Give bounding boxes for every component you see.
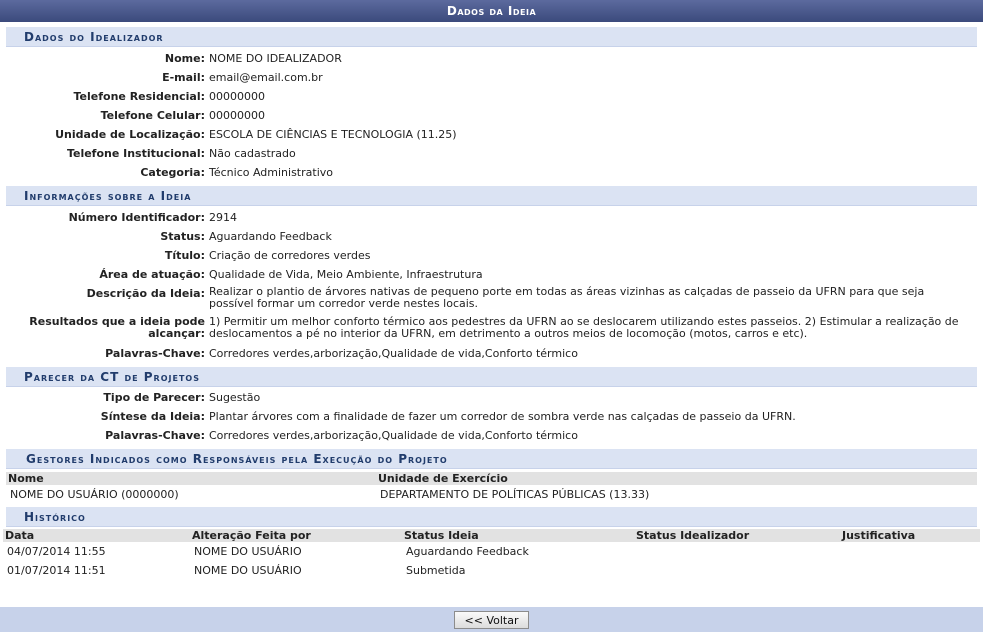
- field-label: Palavras-Chave:: [105, 347, 205, 360]
- field-nome: Nome: NOME DO IDEALIZADOR: [6, 49, 977, 68]
- field-label: Número Identificador:: [68, 211, 205, 224]
- gestores-table: Nome Unidade de Exercício NOME DO USUÁRI…: [6, 472, 977, 504]
- table-header-row: Nome Unidade de Exercício: [6, 472, 977, 485]
- field-value: Aguardando Feedback: [209, 230, 332, 243]
- field-tipo-parecer: Tipo de Parecer: Sugestão: [6, 388, 977, 407]
- field-value: 00000000: [209, 109, 265, 122]
- table-cell: NOME DO USUÁRIO: [194, 564, 302, 577]
- table-row: 01/07/2014 11:51 NOME DO USUÁRIO Submeti…: [3, 561, 980, 580]
- field-sintese: Síntese da Ideia: Plantar árvores com a …: [6, 407, 977, 426]
- field-label: E-mail:: [162, 71, 205, 84]
- field-value: 2914: [209, 211, 237, 224]
- field-palavras-chave: Palavras-Chave: Corredores verdes,arbori…: [6, 344, 977, 363]
- field-telefone-institucional: Telefone Institucional: Não cadastrado: [6, 144, 977, 163]
- idealizador-fields: Nome: NOME DO IDEALIZADOR E-mail: email@…: [0, 47, 983, 182]
- parecer-fields: Tipo de Parecer: Sugestão Síntese da Ide…: [0, 387, 983, 445]
- table-cell: [840, 542, 980, 561]
- field-categoria: Categoria: Técnico Administrativo: [6, 163, 977, 182]
- table-row: 04/07/2014 11:55 NOME DO USUÁRIO Aguarda…: [3, 542, 980, 561]
- field-status: Status: Aguardando Feedback: [6, 227, 977, 246]
- field-value: Realizar o plantio de árvores nativas de…: [209, 285, 925, 310]
- table-cell: [840, 561, 980, 580]
- page: Dados da Ideia Dados do Idealizador Nome…: [0, 0, 983, 632]
- field-area-atuacao: Área de atuação: Qualidade de Vida, Meio…: [6, 265, 977, 284]
- field-value: 1) Permitir um melhor conforto térmico a…: [209, 315, 959, 340]
- field-resultados: Resultados que a ideia pode alcançar: 1)…: [6, 314, 977, 344]
- table-row: NOME DO USUÁRIO (0000000) DEPARTAMENTO D…: [6, 485, 977, 504]
- column-header: Justificativa: [840, 529, 980, 542]
- field-label: Descrição da Ideia:: [86, 287, 205, 300]
- field-label: Status:: [160, 230, 205, 243]
- historico-table: Data Alteração Feita por Status Ideia St…: [3, 529, 980, 580]
- table-cell: DEPARTAMENTO DE POLÍTICAS PÚBLICAS (13.3…: [380, 488, 650, 501]
- section-title-gestores: Gestores Indicados como Responsáveis pel…: [6, 449, 977, 469]
- field-telefone-residencial: Telefone Residencial: 00000000: [6, 87, 977, 106]
- field-label: Telefone Residencial:: [73, 90, 206, 103]
- section-title-ideia: Informações sobre a Ideia: [6, 186, 977, 206]
- back-button[interactable]: << Voltar: [453, 611, 530, 629]
- field-label: Título:: [164, 249, 205, 262]
- table-cell: 01/07/2014 11:51: [7, 564, 106, 577]
- field-value: NOME DO IDEALIZADOR: [209, 52, 342, 65]
- field-label: Resultados que a ideia pode alcançar:: [29, 315, 205, 340]
- column-header: Unidade de Exercício: [376, 472, 977, 485]
- table-cell: NOME DO USUÁRIO: [194, 545, 302, 558]
- field-descricao: Descrição da Ideia: Realizar o plantio d…: [6, 284, 977, 314]
- field-value: email@email.com.br: [209, 71, 323, 84]
- field-value: Criação de corredores verdes: [209, 249, 371, 262]
- column-header: Alteração Feita por: [190, 529, 402, 542]
- field-value: ESCOLA DE CIÊNCIAS E TECNOLOGIA (11.25): [209, 128, 457, 141]
- field-value: 00000000: [209, 90, 265, 103]
- column-header: Status Idealizador: [634, 529, 840, 542]
- section-title-parecer: Parecer da CT de Projetos: [6, 367, 977, 387]
- field-value: Plantar árvores com a finalidade de faze…: [209, 410, 796, 423]
- field-value: Não cadastrado: [209, 147, 296, 160]
- field-value: Corredores verdes,arborização,Qualidade …: [209, 347, 578, 360]
- table-cell: Aguardando Feedback: [406, 545, 529, 558]
- field-label: Palavras-Chave:: [105, 429, 205, 442]
- field-label: Telefone Celular:: [100, 109, 205, 122]
- field-value: Técnico Administrativo: [209, 166, 333, 179]
- field-numero-identificador: Número Identificador: 2914: [6, 208, 977, 227]
- field-value: Qualidade de Vida, Meio Ambiente, Infrae…: [209, 268, 483, 281]
- section-title-idealizador: Dados do Idealizador: [6, 27, 977, 47]
- table-cell: [634, 542, 840, 561]
- field-label: Síntese da Ideia:: [100, 410, 205, 423]
- table-cell: 04/07/2014 11:55: [7, 545, 106, 558]
- footer-bar: << Voltar: [0, 607, 983, 632]
- window-title: Dados da Ideia: [0, 0, 983, 22]
- field-value: Corredores verdes,arborização,Qualidade …: [209, 429, 578, 442]
- field-label: Telefone Institucional:: [66, 147, 205, 160]
- field-telefone-celular: Telefone Celular: 00000000: [6, 106, 977, 125]
- table-cell: Submetida: [406, 564, 466, 577]
- column-header: Status Ideia: [402, 529, 634, 542]
- field-unidade-localizacao: Unidade de Localização: ESCOLA DE CIÊNCI…: [6, 125, 977, 144]
- field-email: E-mail: email@email.com.br: [6, 68, 977, 87]
- field-titulo: Título: Criação de corredores verdes: [6, 246, 977, 265]
- field-value: Sugestão: [209, 391, 261, 404]
- ideia-fields: Número Identificador: 2914 Status: Aguar…: [0, 206, 983, 363]
- field-label: Nome:: [164, 52, 205, 65]
- column-header: Data: [3, 529, 190, 542]
- table-cell: NOME DO USUÁRIO (0000000): [10, 488, 179, 501]
- field-palavras-chave-parecer: Palavras-Chave: Corredores verdes,arbori…: [6, 426, 977, 445]
- table-cell: [634, 561, 840, 580]
- field-label: Tipo de Parecer:: [103, 391, 205, 404]
- field-label: Categoria:: [140, 166, 205, 179]
- field-label: Área de atuação:: [99, 268, 205, 281]
- field-label: Unidade de Localização:: [55, 128, 205, 141]
- column-header: Nome: [6, 472, 376, 485]
- section-title-historico: Histórico: [6, 507, 977, 527]
- table-header-row: Data Alteração Feita por Status Ideia St…: [3, 529, 980, 542]
